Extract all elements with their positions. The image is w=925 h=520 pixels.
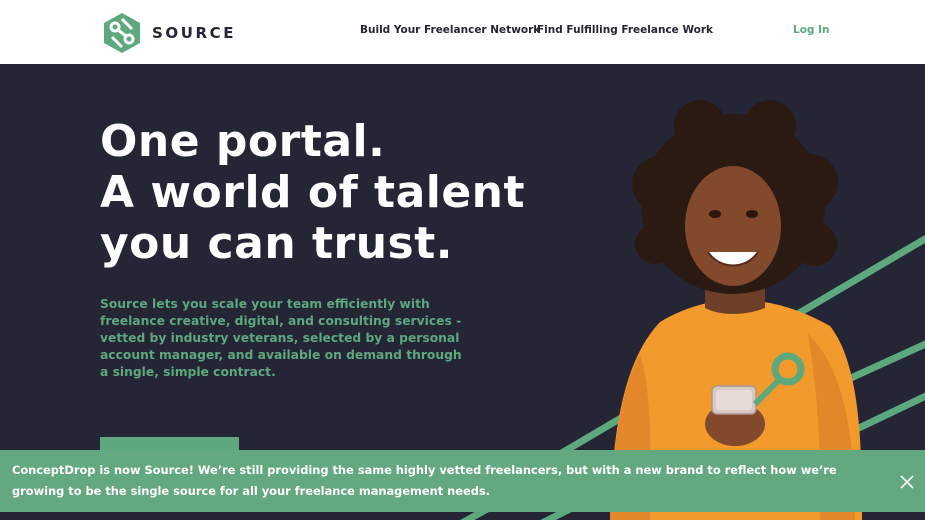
nav-build-freelancer-network[interactable]: Build Your Freelancer Network (360, 24, 540, 36)
announcement-text: ConceptDrop is now Source! We’re still p… (12, 463, 837, 498)
login-link[interactable]: Log In (793, 24, 829, 36)
close-icon[interactable] (899, 474, 915, 490)
source-logo-icon[interactable] (102, 12, 142, 54)
headline-line-2: A world of talent (100, 167, 526, 218)
nav-find-freelance-work[interactable]: Find Fulfilling Freelance Work (537, 24, 713, 36)
top-navigation-bar: SOURCE Build Your Freelancer Network Fin… (0, 0, 925, 64)
hero-cta-button[interactable] (100, 437, 239, 451)
brand-name[interactable]: SOURCE (152, 24, 236, 42)
announcement-banner: ConceptDrop is now Source! We’re still p… (0, 450, 925, 512)
hero-intro-text: Source lets you scale your team efficien… (100, 297, 462, 379)
hero-headline: One portal. A world of talent you can tr… (100, 116, 525, 269)
headline-line-1: One portal. (100, 116, 386, 167)
headline-line-3: you can trust. (100, 218, 453, 269)
